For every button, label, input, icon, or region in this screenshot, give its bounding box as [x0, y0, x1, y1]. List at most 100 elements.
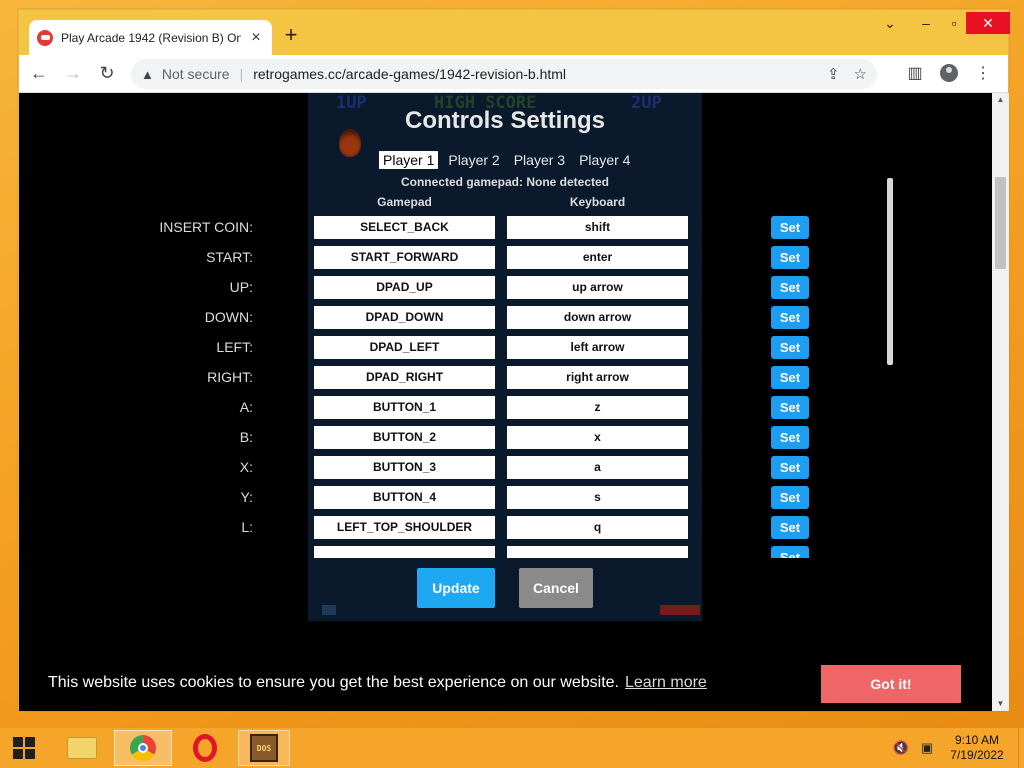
security-label: Not secure	[161, 66, 230, 82]
file-explorer-taskbar-button[interactable]	[60, 730, 104, 766]
clock[interactable]: 9:10 AM 7/19/2022	[942, 733, 1012, 763]
clock-time: 9:10 AM	[954, 733, 1000, 747]
dosbox-taskbar-button[interactable]: DOS	[238, 730, 290, 766]
dosbox-logo-icon: DOS	[250, 734, 278, 762]
network-icon[interactable]: ▣	[916, 738, 938, 758]
gamepad-binding-field[interactable]: BUTTON_1	[314, 396, 495, 419]
player-tabs: Player 1 Player 2 Player 3 Player 4	[379, 151, 634, 169]
omnibox-divider: |	[239, 66, 244, 82]
set-button[interactable]: Set	[771, 336, 809, 359]
set-button[interactable]: Set	[771, 366, 809, 389]
gamepad-binding-field[interactable]: DPAD_RIGHT	[314, 366, 495, 389]
url-text: retrogames.cc/arcade-games/1942-revision…	[253, 66, 567, 82]
scroll-up-arrow-icon[interactable]: ▲	[992, 93, 1009, 107]
keyboard-column-header: Keyboard	[569, 195, 626, 209]
tab-player-1[interactable]: Player 1	[379, 151, 439, 169]
set-button[interactable]: Set	[771, 276, 809, 299]
keyboard-binding-field[interactable]: s	[507, 486, 688, 509]
keyboard-binding-field[interactable]	[507, 546, 688, 558]
set-button[interactable]: Set	[771, 486, 809, 509]
gamepad-binding-field[interactable]: BUTTON_3	[314, 456, 495, 479]
keyboard-binding-field[interactable]: q	[507, 516, 688, 539]
control-row: START: START_FORWARD enter Set	[19, 243, 992, 273]
more-menu-icon[interactable]: ⋮	[970, 60, 996, 86]
controls-settings-title: Controls Settings	[404, 107, 605, 134]
back-arrow-icon[interactable]: ←	[25, 60, 53, 88]
control-label: UP:	[229, 279, 253, 295]
side-panel-icon[interactable]: ▥	[902, 60, 928, 86]
gamepad-status: Connected gamepad: None detected	[400, 175, 610, 189]
control-label: START:	[206, 249, 253, 265]
keyboard-binding-field[interactable]: right arrow	[507, 366, 688, 389]
set-button[interactable]: Set	[771, 426, 809, 449]
scroll-down-arrow-icon[interactable]: ▼	[992, 697, 1009, 711]
gamepad-binding-field[interactable]: START_FORWARD	[314, 246, 495, 269]
set-button[interactable]: Set	[771, 306, 809, 329]
control-label: LEFT:	[216, 339, 253, 355]
keyboard-binding-field[interactable]: enter	[507, 246, 688, 269]
control-row: RIGHT: DPAD_RIGHT right arrow Set	[19, 363, 992, 393]
cancel-button[interactable]: Cancel	[519, 568, 593, 608]
profile-avatar-icon[interactable]	[936, 60, 962, 86]
chrome-logo-icon	[130, 735, 156, 761]
system-tray: 🔇 ▣ 9:10 AM 7/19/2022	[890, 728, 1024, 768]
set-button[interactable]: Set	[771, 246, 809, 269]
forward-arrow-icon[interactable]: →	[59, 60, 87, 88]
gamepad-binding-field[interactable]: LEFT_TOP_SHOULDER	[314, 516, 495, 539]
got-it-button[interactable]: Got it!	[821, 665, 961, 703]
set-button[interactable]: Set	[771, 216, 809, 239]
cookie-message: This website uses cookies to ensure you …	[48, 674, 707, 692]
reload-icon[interactable]: ↻	[93, 60, 121, 88]
gamepad-binding-field[interactable]: BUTTON_2	[314, 426, 495, 449]
windows-logo-icon	[13, 737, 35, 759]
control-label: X:	[239, 459, 253, 475]
minimize-button[interactable]: –	[912, 12, 940, 34]
keyboard-binding-field[interactable]: up arrow	[507, 276, 688, 299]
tab-search-chevron-icon[interactable]: ⌄	[876, 12, 904, 34]
maximize-button[interactable]: ▫	[940, 12, 968, 34]
keyboard-binding-field[interactable]: down arrow	[507, 306, 688, 329]
start-button[interactable]	[6, 730, 42, 766]
page-scrollbar-thumb[interactable]	[995, 177, 1006, 269]
bookmark-star-icon[interactable]: ☆	[854, 65, 867, 83]
gamepad-binding-field[interactable]	[314, 546, 495, 558]
update-button[interactable]: Update	[417, 568, 495, 608]
keyboard-binding-field[interactable]: x	[507, 426, 688, 449]
set-button[interactable]: Set	[771, 516, 809, 539]
keyboard-binding-field[interactable]: a	[507, 456, 688, 479]
gamepad-binding-field[interactable]: SELECT_BACK	[314, 216, 495, 239]
set-button[interactable]: Set	[771, 546, 809, 558]
tab-player-3[interactable]: Player 3	[510, 151, 569, 169]
tab-close-icon[interactable]: ×	[248, 29, 264, 47]
controls-scrollbar[interactable]	[887, 178, 893, 365]
gamepad-binding-field[interactable]: BUTTON_4	[314, 486, 495, 509]
gamepad-binding-field[interactable]: DPAD_LEFT	[314, 336, 495, 359]
controls-list[interactable]: INSERT COIN: SELECT_BACK shift Set START…	[19, 213, 992, 558]
gamepad-column-header: Gamepad	[377, 195, 432, 209]
show-desktop-button[interactable]	[1018, 728, 1024, 768]
share-icon[interactable]: ⇪	[827, 65, 840, 83]
speaker-muted-icon[interactable]: 🔇	[890, 738, 912, 758]
control-label: DOWN:	[204, 309, 253, 325]
keyboard-binding-field[interactable]: left arrow	[507, 336, 688, 359]
chrome-taskbar-button[interactable]	[114, 730, 172, 766]
set-button[interactable]: Set	[771, 456, 809, 479]
tab-player-4[interactable]: Player 4	[575, 151, 634, 169]
control-row: B: BUTTON_2 x Set	[19, 423, 992, 453]
gamepad-binding-field[interactable]: DPAD_DOWN	[314, 306, 495, 329]
new-tab-button[interactable]: +	[279, 24, 303, 48]
learn-more-link[interactable]: Learn more	[625, 674, 707, 691]
gamepad-binding-field[interactable]: DPAD_UP	[314, 276, 495, 299]
page-scrollbar[interactable]: ▲ ▼	[992, 93, 1009, 711]
keyboard-binding-field[interactable]: z	[507, 396, 688, 419]
control-label: RIGHT:	[207, 369, 253, 385]
tab-player-2[interactable]: Player 2	[444, 151, 503, 169]
browser-tab[interactable]: Play Arcade 1942 (Revision B) Online ×	[29, 20, 272, 55]
window-close-button[interactable]: ✕	[966, 12, 1010, 34]
control-row: LEFT: DPAD_LEFT left arrow Set	[19, 333, 992, 363]
address-bar[interactable]: ▲ Not secure | retrogames.cc/arcade-game…	[131, 59, 877, 89]
set-button[interactable]: Set	[771, 396, 809, 419]
keyboard-binding-field[interactable]: shift	[507, 216, 688, 239]
opera-taskbar-button[interactable]	[180, 730, 230, 766]
control-row: A: BUTTON_1 z Set	[19, 393, 992, 423]
